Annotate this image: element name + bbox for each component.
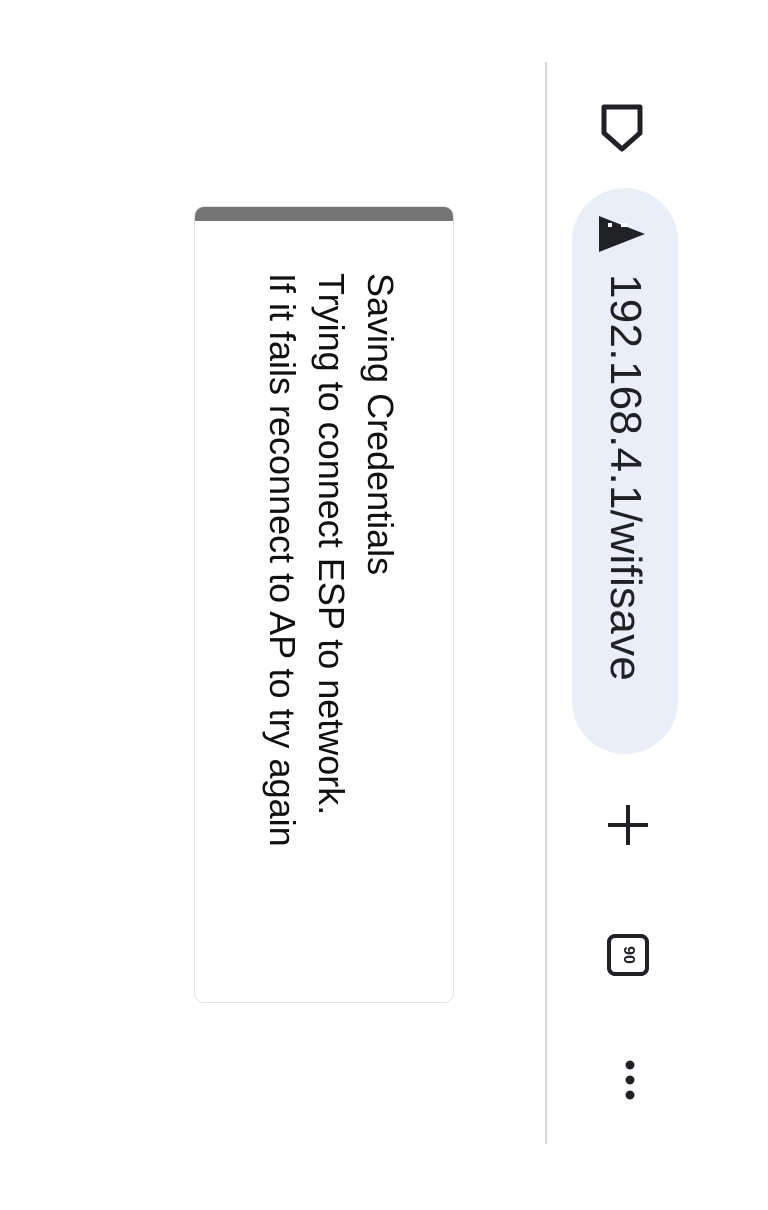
message-line-saving: Saving Credentials bbox=[360, 273, 401, 576]
message-card: Saving Credentials Trying to connect ESP… bbox=[194, 206, 454, 1003]
tab-count: 90 bbox=[619, 946, 637, 964]
message-line-connecting: Trying to connect ESP to network. bbox=[311, 273, 352, 816]
warning-triangle-icon[interactable] bbox=[593, 202, 657, 266]
tab-count-icon: 90 bbox=[607, 934, 649, 976]
tab-switcher-button[interactable]: 90 bbox=[598, 925, 658, 985]
menu-button[interactable] bbox=[600, 1050, 660, 1110]
message-text: Saving Credentials Trying to connect ESP… bbox=[258, 273, 405, 847]
address-bar[interactable]: 192.168.4.1/wifisave bbox=[572, 188, 678, 754]
new-tab-button[interactable] bbox=[598, 795, 658, 855]
home-icon bbox=[601, 104, 643, 152]
card-header-bar bbox=[195, 207, 453, 221]
toolbar-divider bbox=[545, 62, 547, 1144]
message-line-retry: If it fails reconnect to AP to try again bbox=[262, 273, 303, 847]
plus-icon bbox=[608, 805, 648, 845]
url-text[interactable]: 192.168.4.1/wifisave bbox=[601, 274, 650, 681]
home-button[interactable] bbox=[592, 98, 652, 158]
browser-screen: 192.168.4.1/wifisave 90 Saving Credentia… bbox=[0, 0, 768, 1210]
more-dots-icon bbox=[625, 1060, 635, 1100]
